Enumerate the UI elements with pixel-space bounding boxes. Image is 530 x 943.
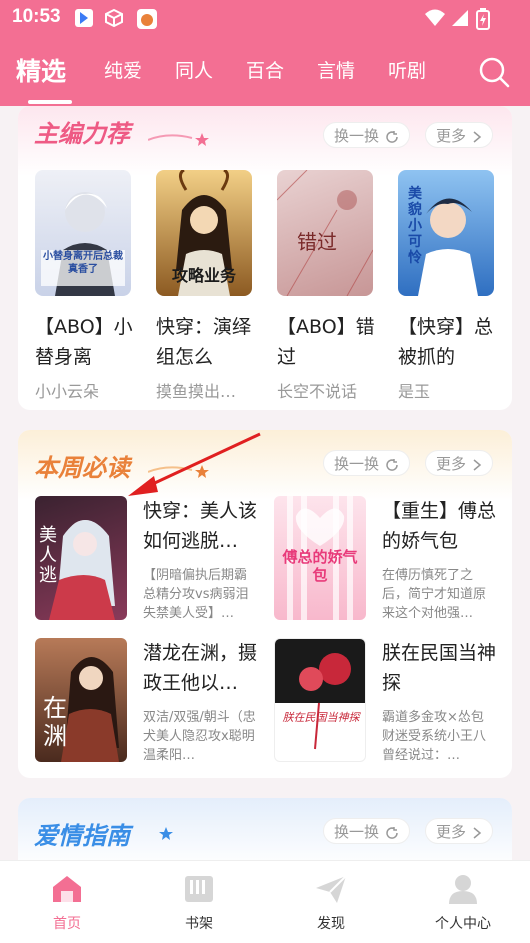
- book-cover[interactable]: 美貌小可怜: [398, 170, 494, 296]
- book-cover[interactable]: 错过: [277, 170, 373, 296]
- book-card[interactable]: 小替身离开后总裁真香了 【ABO】小替身离 小小云朵: [35, 170, 145, 402]
- refresh-icon: [386, 130, 398, 143]
- tab-bl[interactable]: 纯爱: [104, 56, 142, 83]
- signal-icon: [450, 8, 470, 28]
- more-button[interactable]: 更多: [425, 122, 494, 148]
- book-title: 【ABO】错过: [277, 316, 375, 368]
- book-author: 摸鱼摸出…: [156, 382, 237, 401]
- book-cover[interactable]: 在渊: [35, 638, 127, 762]
- book-card[interactable]: 错过 【ABO】错过 长空不说话: [277, 170, 387, 402]
- title-decoration-icon: [148, 133, 209, 146]
- notification-app-icon: [74, 8, 94, 28]
- section-editor-picks: 主编力荐 换一换 更多 小替身离开后总裁真香了 【ABO】小替身离 小小云朵 攻…: [18, 106, 512, 410]
- chevron-right-icon: [473, 458, 482, 471]
- book-cover[interactable]: 小替身离开后总裁真香了: [35, 170, 131, 296]
- nav-home[interactable]: 首页: [22, 873, 112, 933]
- book-card[interactable]: 在渊 潜龙在渊，摄政王他以… 双洁/双强/朝斗（忠犬美人隐忍攻x聪明温柔阳…: [35, 638, 265, 763]
- refresh-icon: [386, 826, 398, 839]
- book-card[interactable]: 朕在民国当神探 朕在民国当神探 霸道多金攻×怂包财迷受系统小王八曾经说过：…: [274, 638, 504, 763]
- annotation-arrow-icon: [128, 432, 261, 496]
- home-icon: [53, 876, 81, 902]
- book-title: 快穿：演绎组怎么: [156, 316, 252, 368]
- book-author: 小小云朵: [35, 382, 100, 401]
- tab-romance[interactable]: 言情: [317, 56, 355, 83]
- game-app-icon: [136, 8, 157, 29]
- refresh-button[interactable]: 换一换: [323, 450, 411, 476]
- tab-featured[interactable]: 精选: [16, 52, 66, 88]
- section-title: 爱情指南: [34, 822, 130, 850]
- nav-profile[interactable]: 个人中心: [418, 873, 508, 933]
- profile-icon: [449, 875, 477, 904]
- refresh-icon: [386, 458, 398, 471]
- bottom-navigation: 首页 书架 发现 个人中心: [0, 860, 530, 943]
- chevron-right-icon: [473, 130, 482, 143]
- nav-bookshelf[interactable]: 书架: [154, 873, 244, 933]
- refresh-button[interactable]: 换一换: [323, 818, 411, 844]
- book-cover[interactable]: 攻略业务: [156, 170, 252, 296]
- status-time: 10:53: [12, 6, 61, 27]
- discover-icon: [316, 875, 347, 903]
- refresh-button[interactable]: 换一换: [323, 122, 411, 148]
- book-description: 在傅历慎死了之后，简宁才知道原来这个对他强…: [382, 568, 487, 621]
- tab-audio-drama[interactable]: 听剧: [388, 56, 426, 83]
- wifi-icon: [424, 8, 445, 28]
- box-icon: [104, 8, 124, 28]
- book-cover[interactable]: 傅总的娇气包: [274, 496, 366, 620]
- tab-fanfic[interactable]: 同人: [175, 56, 213, 83]
- search-icon[interactable]: [478, 56, 510, 92]
- book-title: 朕在民国当神探: [382, 642, 497, 694]
- book-title: 【快穿】总被抓的: [398, 316, 494, 368]
- book-description: 【阴暗偏执后期霸总精分攻vs病弱泪失禁美人受】…: [143, 568, 249, 621]
- book-title: 【重生】傅总的娇气包: [382, 500, 497, 552]
- book-title: 潜龙在渊，摄政王他以…: [143, 642, 258, 694]
- book-cover[interactable]: 美人逃: [35, 496, 127, 620]
- more-button[interactable]: 更多: [425, 818, 494, 844]
- section-title: 主编力荐: [34, 120, 130, 148]
- book-card[interactable]: 攻略业务 快穿：演绎组怎么 摸鱼摸出…: [156, 170, 266, 402]
- battery-icon: [476, 8, 496, 30]
- book-title: 【ABO】小替身离: [35, 316, 133, 368]
- nav-discover[interactable]: 发现: [286, 873, 376, 933]
- book-author: 是玉: [398, 382, 431, 401]
- section-title: 本周必读: [34, 454, 130, 482]
- title-decoration-icon: [159, 827, 173, 840]
- more-button[interactable]: 更多: [425, 450, 494, 476]
- book-author: 长空不说话: [277, 382, 358, 401]
- tab-gl[interactable]: 百合: [246, 56, 284, 83]
- active-tab-indicator: [28, 100, 72, 104]
- bookshelf-icon: [185, 876, 213, 902]
- status-bar: 10:53: [0, 0, 530, 36]
- top-navigation: 精选 纯爱 同人 百合 言情 听剧: [0, 36, 530, 106]
- book-cover[interactable]: 朕在民国当神探: [274, 638, 366, 762]
- book-description: 霸道多金攻×怂包财迷受系统小王八曾经说过：…: [382, 710, 487, 763]
- book-title: 快穿：美人该如何逃脱…: [143, 500, 258, 552]
- book-description: 双洁/双强/朝斗（忠犬美人隐忍攻x聪明温柔阳…: [143, 710, 256, 763]
- chevron-right-icon: [473, 826, 482, 839]
- book-card[interactable]: 美貌小可怜 【快穿】总被抓的 是玉: [398, 170, 508, 402]
- book-card[interactable]: 美人逃 快穿：美人该如何逃脱… 【阴暗偏执后期霸总精分攻vs病弱泪失禁美人受】…: [35, 496, 265, 621]
- book-card[interactable]: 傅总的娇气包 【重生】傅总的娇气包 在傅历慎死了之后，简宁才知道原来这个对他强…: [274, 496, 504, 621]
